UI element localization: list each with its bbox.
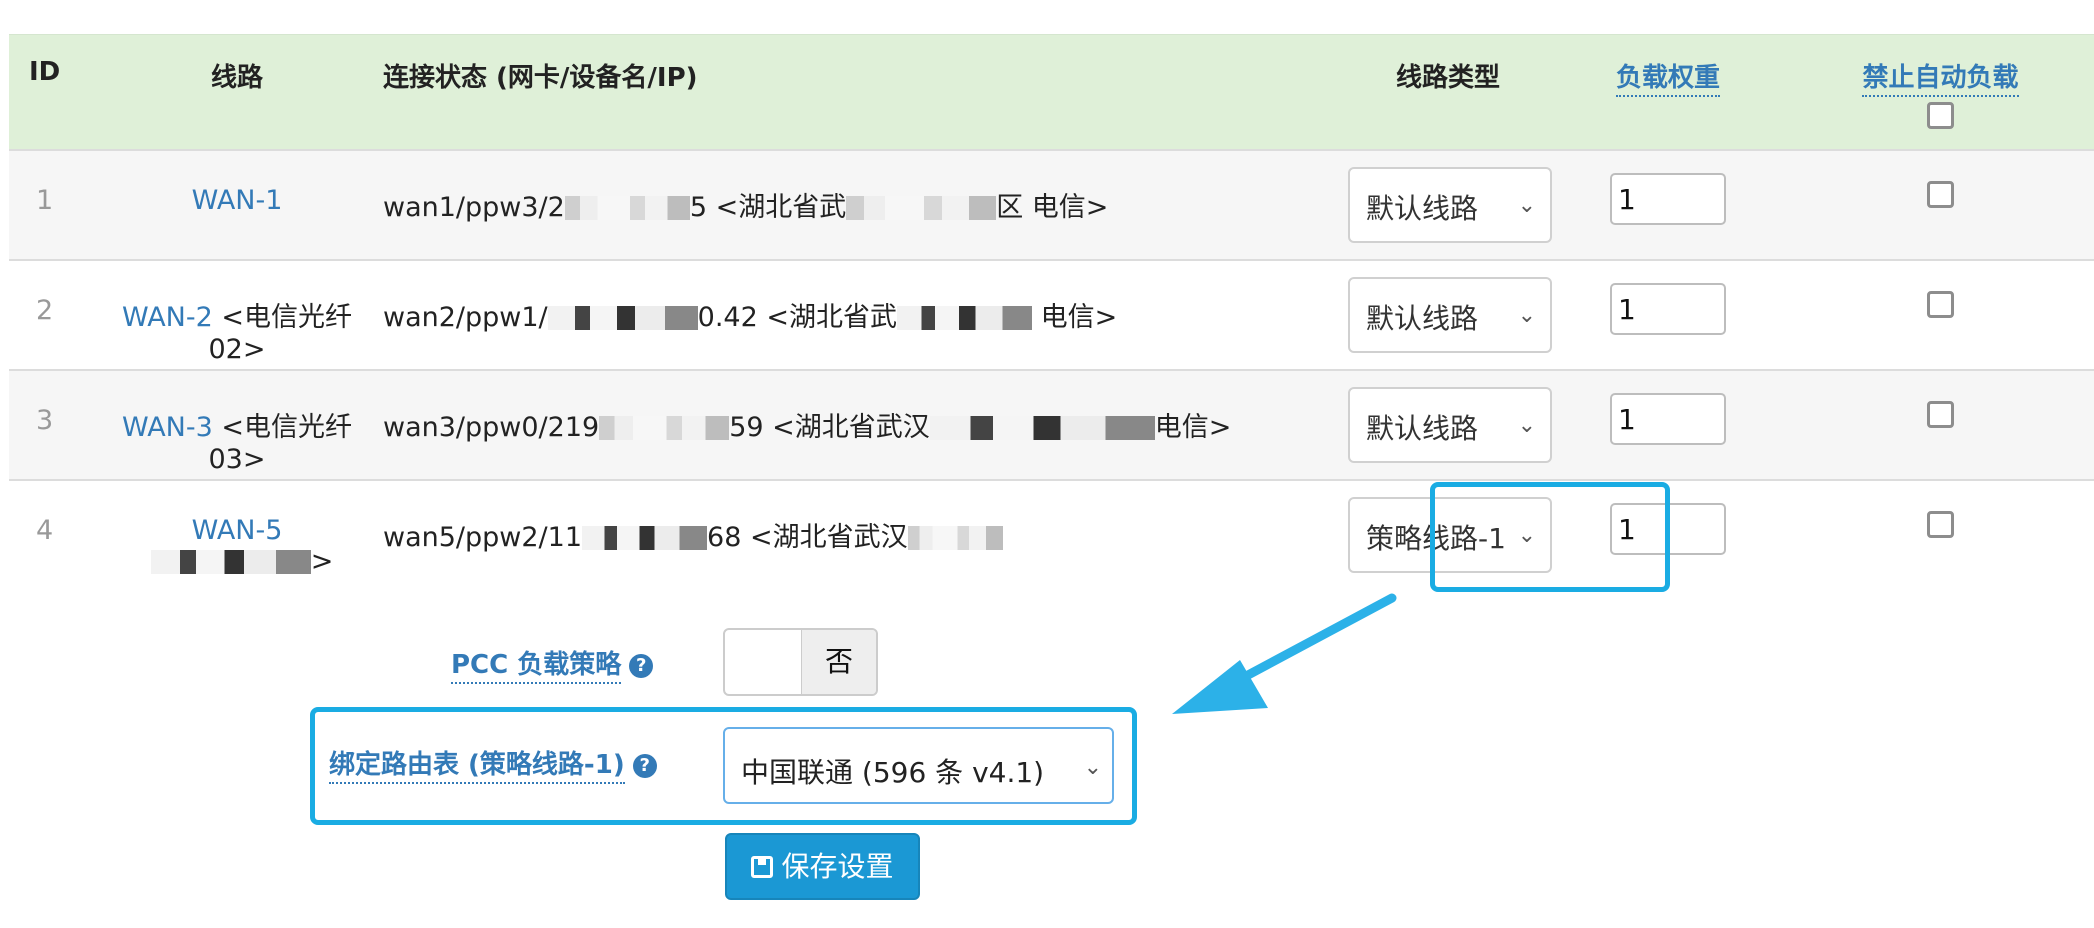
wan-table: ID 线路 连接状态 (网卡/设备名/IP) 线路类型 负载权重 禁止自动负载 … [9,34,2094,590]
header-line: 线路 [210,63,263,93]
table-row: 1 WAN-1 wan1/ppw3/2 5 <湖北省武区 电信> 默认线路 ⌄ 1 [9,149,2094,260]
header-weight[interactable]: 负载权重 [1549,35,1787,150]
redacted-location [907,526,1003,550]
row-disable [1787,480,2094,590]
redacted-location [846,196,997,220]
row-weight: 1 [1549,370,1787,480]
help-icon[interactable]: ? [629,654,654,678]
line-type-select[interactable]: 默认线路 ⌄ [1348,166,1552,243]
header-disable-link[interactable]: 禁止自动负载 [1862,63,2019,97]
weight-input[interactable]: 1 [1610,392,1726,445]
bind-label-wrap: 绑定路由表 (策略线路-1)? [329,744,657,784]
redacted-ip [582,526,708,550]
select-all-checkbox[interactable] [1927,102,1954,129]
line-type-select[interactable]: 默认线路 ⌄ [1348,276,1552,353]
chevron-down-icon: ⌄ [1517,302,1536,328]
disable-checkbox[interactable] [1927,180,1954,208]
wan-link[interactable]: WAN-5 [192,515,283,546]
wan-link[interactable]: WAN-3 [122,412,213,443]
header-status: 连接状态 (网卡/设备名/IP) [383,63,698,93]
redacted-ip [564,196,690,220]
row-disable [1787,150,2094,260]
header-type: 线路类型 [1395,63,1500,93]
row-id: 1 [36,184,54,216]
row-line: WAN-3 <电信光纤03> [121,411,353,475]
pcc-toggle[interactable]: 否 [723,628,878,696]
table-header-row: ID 线路 连接状态 (网卡/设备名/IP) 线路类型 负载权重 禁止自动负载 [9,34,2094,150]
weight-input[interactable]: 1 [1610,282,1726,335]
table-row: 3 WAN-3 <电信光纤03> wan3/ppw0/219 59 <湖北省武汉电… [9,369,2094,480]
row-line: WAN-5> [117,480,357,590]
disable-checkbox[interactable] [1927,400,1954,428]
table-row: 4 WAN-5> wan5/ppw2/11 68 <湖北省武汉 策略线路-1 ⌄ 1 [9,479,2094,590]
line-type-select[interactable]: 默认线路 ⌄ [1348,386,1552,463]
row-line: WAN-1 [117,150,357,260]
row-weight: 1 [1549,260,1787,370]
redacted-alias [150,550,311,574]
save-button-label: 保存设置 [781,850,894,883]
row-id: 2 [36,294,54,326]
pcc-toggle-value: 否 [801,630,876,694]
redacted-location [929,416,1155,440]
row-type: 默认线路 ⌄ [1347,370,1552,480]
row-id: 3 [36,404,54,436]
row-disable [1787,370,2094,480]
row-weight: 1 [1549,150,1787,260]
row-status: wan1/ppw3/2 5 <湖北省武区 电信> [383,191,1109,223]
redacted-ip [547,306,698,330]
header-id: ID [29,57,61,87]
annotation-arrow-icon [1172,593,1397,714]
chevron-down-icon: ⌄ [1517,412,1536,438]
row-type: 默认线路 ⌄ [1347,150,1552,260]
highlight-line-type [1430,482,1670,592]
chevron-down-icon: ⌄ [1083,755,1102,780]
row-line: WAN-2 <电信光纤02> [121,301,353,365]
pcc-label[interactable]: PCC 负载策略 [451,650,622,684]
floppy-disk-icon [751,856,774,878]
disable-checkbox[interactable] [1927,290,1954,318]
wan-link[interactable]: WAN-1 [192,185,283,216]
row-status: wan5/ppw2/11 68 <湖北省武汉 [357,480,1347,590]
pcc-label-wrap: PCC 负载策略? [451,644,654,684]
header-disable: 禁止自动负载 [1787,35,2094,150]
save-button[interactable]: 保存设置 [725,833,920,900]
redacted-ip [599,416,730,440]
row-disable [1787,260,2094,370]
help-icon[interactable]: ? [632,754,657,778]
row-id: 4 [36,514,54,546]
header-weight-link[interactable]: 负载权重 [1615,63,1720,97]
row-type: 默认线路 ⌄ [1347,260,1552,370]
row-status: wan3/ppw0/219 59 <湖北省武汉 电信> [383,411,1232,443]
table-row: 2 WAN-2 <电信光纤02> wan2/ppw1/0.42 <湖北省武 电信… [9,259,2094,370]
chevron-down-icon: ⌄ [1517,192,1536,218]
weight-input[interactable]: 1 [1610,172,1726,225]
bind-route-select[interactable]: 中国联通 (596 条 v4.1) ⌄ [723,727,1114,804]
wan-link[interactable]: WAN-2 [122,302,213,333]
bind-route-value: 中国联通 (596 条 v4.1) [741,756,1045,789]
disable-checkbox[interactable] [1927,510,1954,538]
bind-route-label[interactable]: 绑定路由表 (策略线路-1) [329,750,625,784]
row-status: wan2/ppw1/0.42 <湖北省武 电信> [383,301,1118,333]
redacted-location [896,306,1032,330]
